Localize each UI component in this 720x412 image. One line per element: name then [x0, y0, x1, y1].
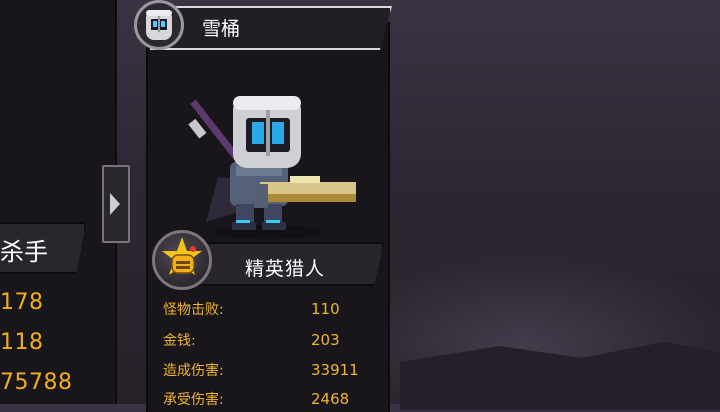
stat-label-damage-taken: 承受伤害:: [163, 392, 224, 408]
rank-title: 精英猎人: [245, 258, 326, 280]
stat-label-gold: 金钱:: [163, 333, 196, 349]
prev-stat-gold: 118: [0, 330, 44, 355]
prev-stat-kills: 178: [0, 290, 44, 315]
prev-stat-damage: 75788: [0, 370, 73, 395]
stat-label-kills: 怪物击败:: [163, 302, 224, 318]
stat-value-kills: 110: [311, 300, 340, 318]
star-helmet-badge-icon: [152, 230, 212, 290]
character-name: 雪桶: [202, 18, 241, 40]
stat-label-damage-dealt: 造成伤害:: [163, 363, 224, 379]
next-character-button[interactable]: [102, 165, 130, 243]
character-sprite: [178, 92, 358, 242]
name-plate: [150, 6, 392, 50]
stat-value-damage-dealt: 33911: [311, 361, 359, 379]
stat-value-gold: 203: [311, 331, 340, 349]
knight-helmet-icon: [134, 0, 184, 50]
prev-character-title: 杀手: [0, 238, 48, 266]
chevron-right-icon: [110, 193, 120, 215]
stat-value-damage-taken: 2468: [311, 390, 350, 408]
